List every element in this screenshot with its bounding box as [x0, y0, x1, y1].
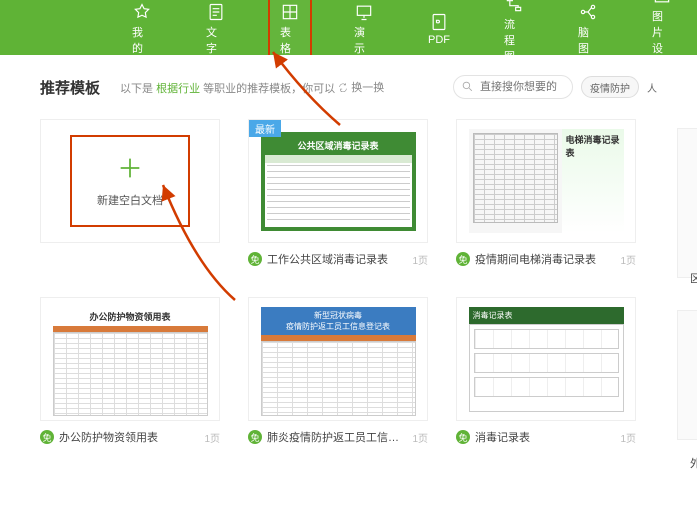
badge-free: 免 — [456, 430, 470, 444]
nav-label: 脑图 — [578, 24, 598, 56]
template-title: 肺炎疫情防护返工员工信息登记表 — [267, 429, 407, 445]
badge-free: 免 — [40, 430, 54, 444]
thumb-title: 办公防护物资领用表 — [53, 307, 208, 326]
nav-text[interactable]: 文字 — [194, 0, 238, 55]
template-title: 办公防护物资领用表 — [59, 429, 199, 445]
nav-mind[interactable]: 脑图 — [566, 0, 610, 55]
template-pages: 1页 — [412, 430, 428, 445]
template-card[interactable]: 消毒记录表 免 消毒记录表 1页 — [456, 297, 636, 445]
grid-icon — [280, 2, 300, 22]
badge-free: 免 — [248, 252, 262, 266]
template-title: 疫情期间电梯消毒记录表 — [475, 251, 615, 267]
image-icon — [652, 0, 672, 6]
partial-card — [677, 128, 697, 278]
nav-flow[interactable]: 流程图 — [492, 0, 536, 55]
badge-free: 免 — [248, 430, 262, 444]
section-desc: 以下是 根据行业 等职业的推荐模板，你可以 换一换 — [120, 79, 384, 96]
nav-label: 演示 — [354, 24, 374, 56]
filter-button[interactable]: 疫情防护 — [581, 76, 639, 98]
badge-free: 免 — [456, 252, 470, 266]
star-icon — [132, 2, 152, 22]
template-pages: 1页 — [412, 252, 428, 267]
nav-label: 表格 — [280, 24, 300, 56]
new-blank-label: 新建空白文档 — [97, 192, 163, 208]
new-blank-card[interactable]: 新建空白文档 — [40, 119, 220, 267]
refresh-icon — [338, 82, 348, 92]
template-card[interactable]: 最新 公共区域消毒记录表 免 工作公共区域消毒记录表 1页 — [248, 119, 428, 267]
screen-icon — [354, 2, 374, 22]
partial-label: 区 — [690, 270, 697, 286]
nav-present[interactable]: 演示 — [342, 0, 386, 55]
industry-link[interactable]: 根据行业 — [156, 83, 200, 95]
doc-icon — [206, 2, 226, 22]
plus-icon — [116, 154, 144, 182]
badge-new: 最新 — [249, 120, 281, 137]
nav-pdf[interactable]: PDF — [416, 4, 462, 52]
nav-sheet[interactable]: 表格 — [268, 0, 312, 55]
template-card[interactable]: 新型冠状病毒 疫情防护返工员工信息登记表 免 肺炎疫情防护返工员工信息登记表 1… — [248, 297, 428, 445]
nav-label: 图片设计 — [652, 8, 672, 56]
nav-design[interactable]: 图片设计 — [640, 0, 684, 55]
template-pages: 1页 — [620, 430, 636, 445]
pdf-icon — [429, 12, 449, 32]
sub-bar: 推荐模板 以下是 根据行业 等职业的推荐模板，你可以 换一换 疫情防护 人 — [0, 55, 697, 109]
search-icon — [461, 80, 474, 93]
template-grid: 新建空白文档 最新 公共区域消毒记录表 免 工作公共区域消毒记录表 1页 电梯消… — [0, 109, 697, 445]
template-pages: 1页 — [620, 252, 636, 267]
thumb-title: 消毒记录表 — [469, 307, 624, 324]
flow-icon — [504, 0, 524, 14]
template-title: 消毒记录表 — [475, 429, 615, 445]
thumb-title: 电梯消毒记录表 — [562, 129, 624, 233]
filter-button2[interactable]: 人 — [647, 76, 657, 98]
template-pages: 1页 — [204, 430, 220, 445]
template-title: 工作公共区域消毒记录表 — [267, 251, 407, 267]
mind-icon — [578, 2, 598, 22]
nav-label: PDF — [428, 34, 450, 46]
partial-label: 外 — [690, 455, 697, 471]
top-nav: 我的 文字 表格 演示 PDF 流程图 脑图 图片设计 表单 — [0, 0, 697, 55]
section-title: 推荐模板 — [40, 77, 100, 98]
thumb-title: 新型冠状病毒 疫情防护返工员工信息登记表 — [261, 307, 416, 335]
nav-label: 流程图 — [504, 16, 524, 56]
search-box — [453, 75, 573, 99]
template-card[interactable]: 办公防护物资领用表 免 办公防护物资领用表 1页 — [40, 297, 220, 445]
template-card[interactable]: 电梯消毒记录表 免 疫情期间电梯消毒记录表 1页 — [456, 119, 636, 267]
swap-link[interactable]: 换一换 — [338, 79, 384, 95]
nav-label: 文字 — [206, 24, 226, 56]
nav-label: 我的 — [132, 24, 152, 56]
nav-mine[interactable]: 我的 — [120, 0, 164, 55]
thumb-title: 公共区域消毒记录表 — [265, 136, 412, 155]
partial-card — [677, 310, 697, 440]
